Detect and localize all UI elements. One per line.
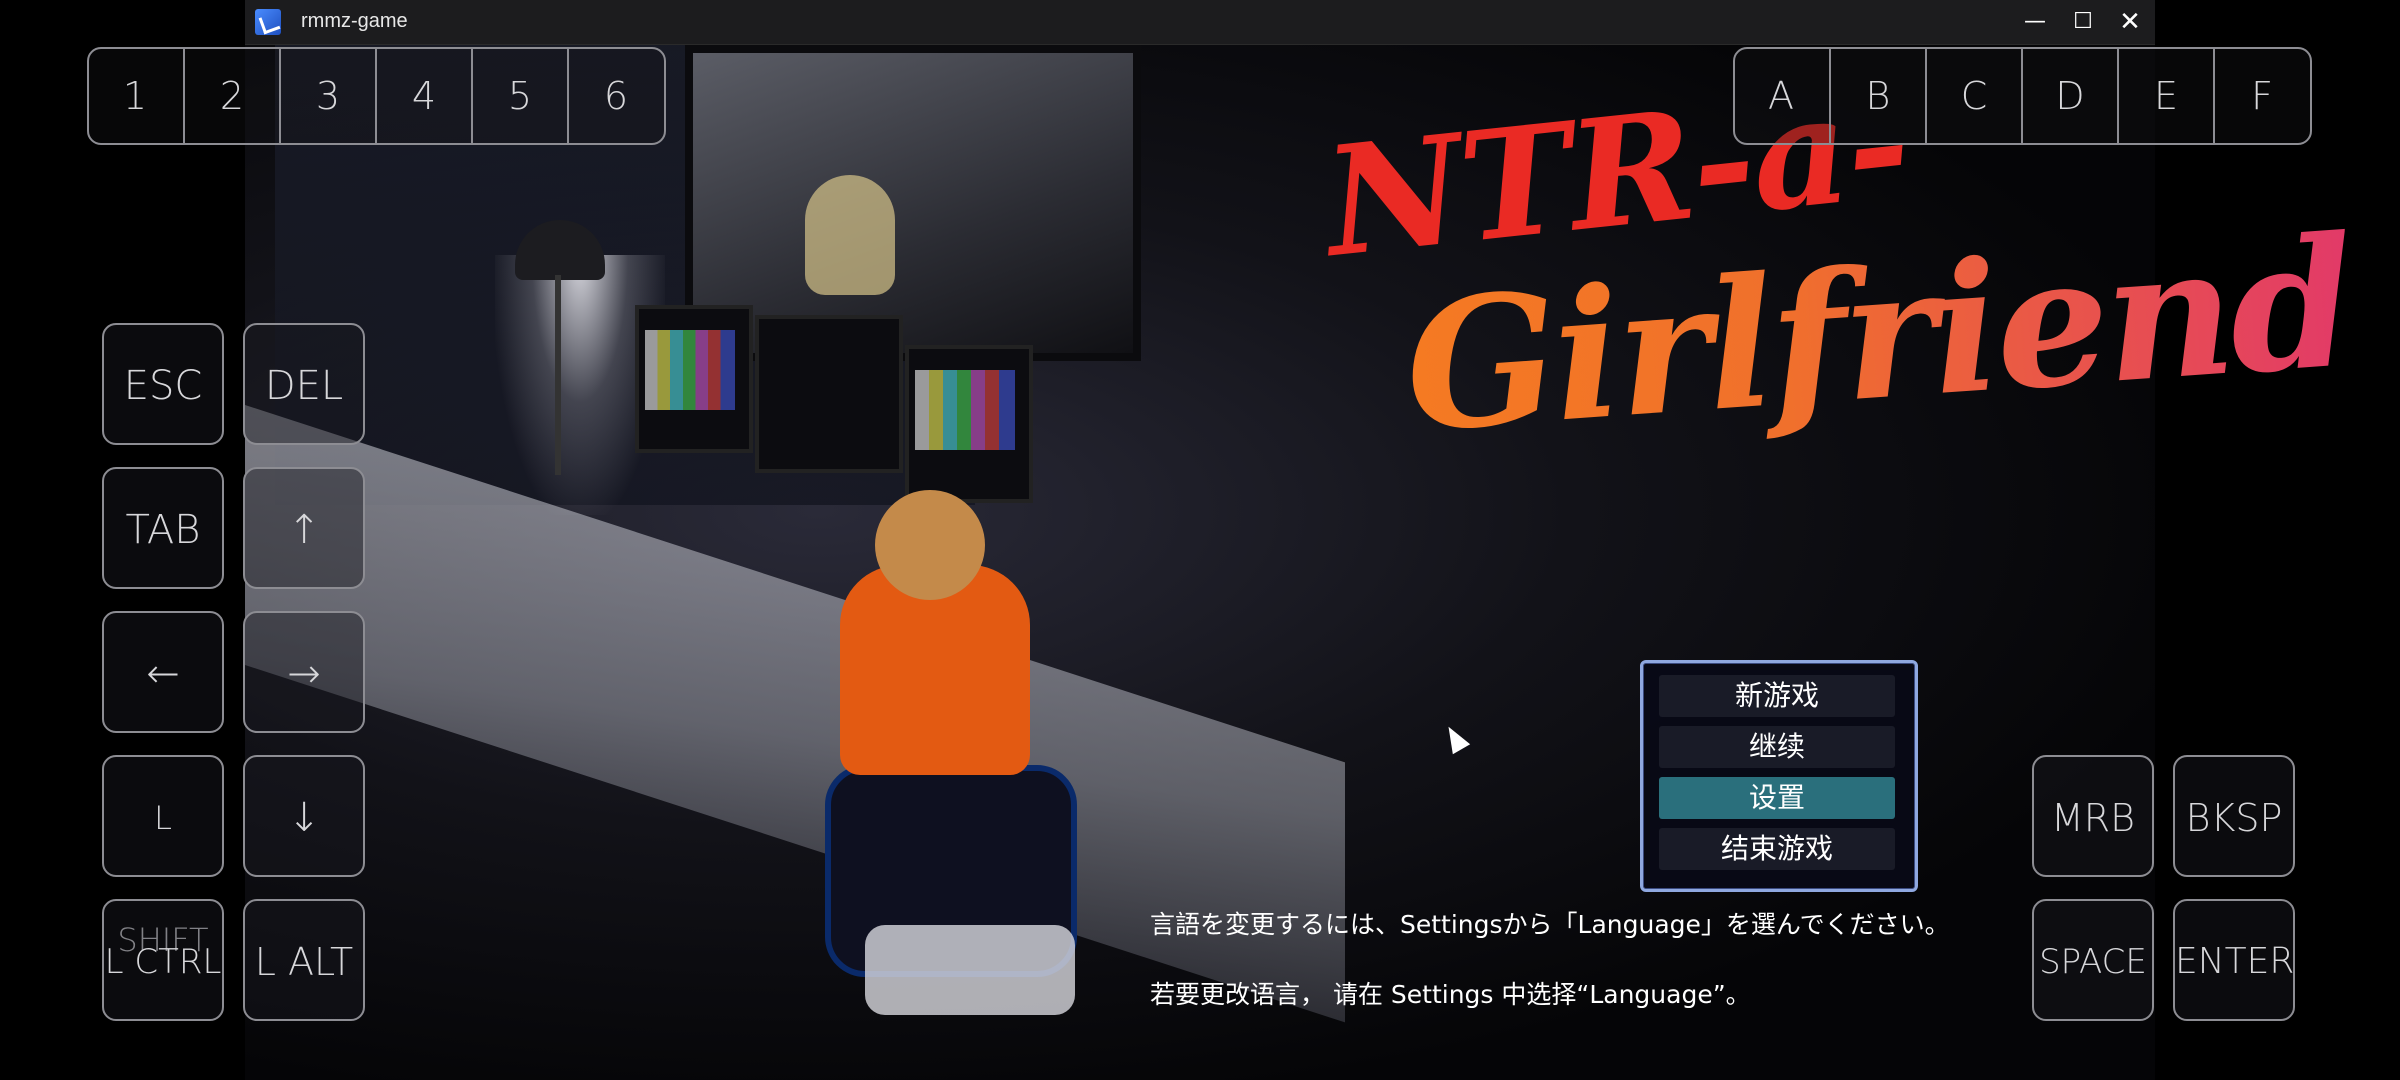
menu-item-new-game[interactable]: 新游戏 (1659, 675, 1895, 717)
key-e[interactable]: E (2117, 47, 2213, 145)
mouse-cursor-icon (1439, 721, 1471, 755)
close-button[interactable]: ✕ (2110, 6, 2150, 38)
monitor-center (755, 315, 903, 473)
window-titlebar[interactable]: rmmz-game — ☐ ✕ (245, 0, 2155, 45)
key-a[interactable]: A (1733, 47, 1829, 145)
app-icon (255, 9, 281, 35)
key-4[interactable]: 4 (375, 47, 471, 145)
menu-item-exit[interactable]: 结束游戏 (1659, 828, 1895, 870)
character-legs (865, 925, 1075, 1015)
arrow-left-key[interactable]: ← (102, 611, 224, 733)
tv-image (805, 175, 895, 295)
space-key[interactable]: SPACE (2032, 899, 2154, 1021)
arrow-up-key[interactable]: ↑ (243, 467, 365, 589)
window-title: rmmz-game (301, 10, 408, 32)
character-head (875, 490, 985, 600)
key-d[interactable]: D (2021, 47, 2117, 145)
number-key-row: 1 2 3 4 5 6 (87, 47, 666, 145)
maximize-button[interactable]: ☐ (2063, 6, 2103, 38)
key-1[interactable]: 1 (87, 47, 183, 145)
lamp-pole (555, 275, 561, 475)
left-alt-key[interactable]: L ALT (243, 899, 365, 1021)
letter-key-row: A B C D E F (1733, 47, 2312, 145)
language-hint-chinese: 若要更改语言， 请在 Settings 中选择“Language”。 (1150, 980, 1751, 1009)
color-bars-right (915, 370, 1015, 450)
backspace-key[interactable]: BKSP (2173, 755, 2295, 877)
language-hint-japanese: 言語を変更するには、Settingsから「Language」を選んでください。 (1150, 910, 1950, 939)
key-c[interactable]: C (1925, 47, 2021, 145)
arrow-right-key[interactable]: → (243, 611, 365, 733)
key-6[interactable]: 6 (567, 47, 663, 145)
arrow-down-key[interactable]: ↓ (243, 755, 365, 877)
wall-tv (685, 45, 1141, 361)
left-ctrl-key[interactable]: L CTRL (102, 899, 224, 1021)
menu-item-settings[interactable]: 设置 (1659, 777, 1895, 819)
key-b[interactable]: B (1829, 47, 1925, 145)
key-5[interactable]: 5 (471, 47, 567, 145)
tab-key[interactable]: TAB (102, 467, 224, 589)
enter-key[interactable]: ENTER (2173, 899, 2295, 1021)
key-2[interactable]: 2 (183, 47, 279, 145)
title-menu: 新游戏 继续 设置 结束游戏 (1640, 660, 1918, 892)
key-3[interactable]: 3 (279, 47, 375, 145)
key-f[interactable]: F (2213, 47, 2309, 145)
minimize-button[interactable]: — (2015, 6, 2055, 38)
screen: rmmz-game — ☐ ✕ NTR-a- Girlfriend 新游戏 继续… (0, 0, 2400, 1080)
mrb-key[interactable]: MRB (2032, 755, 2154, 877)
color-bars-left (645, 330, 735, 410)
left-shift-key[interactable]: L SHIFT (102, 755, 224, 959)
del-key[interactable]: DEL (243, 323, 365, 445)
menu-item-continue[interactable]: 继续 (1659, 726, 1895, 768)
esc-key[interactable]: ESC (102, 323, 224, 445)
